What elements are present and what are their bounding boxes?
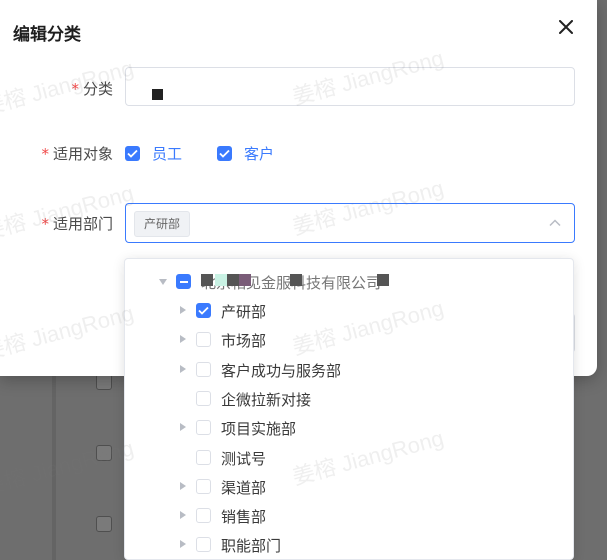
background-row-checkbox (96, 445, 112, 461)
tree-node-checkbox[interactable] (176, 274, 191, 289)
background-row-checkbox (96, 374, 112, 390)
redacted-text (377, 274, 389, 286)
check-icon (127, 149, 138, 158)
customer-checkbox-label[interactable]: 客户 (244, 143, 274, 164)
expand-arrow-icon[interactable] (180, 335, 186, 344)
tree-node-checkbox[interactable] (196, 420, 211, 436)
tree-node-label: 市场部 (221, 332, 267, 351)
tree-node[interactable]: 产研部 (125, 296, 573, 325)
applicable-departments-label: * 适用部门 (41, 215, 113, 233)
expand-arrow-icon[interactable] (180, 306, 186, 314)
category-input[interactable]: ㅤ (125, 67, 575, 106)
redacted-text (215, 274, 227, 286)
tree-node-checkbox[interactable] (196, 303, 211, 318)
tree-node-checkbox[interactable] (196, 390, 211, 406)
tree-node-label: 客户成功与服务部 (221, 361, 342, 380)
selected-department-tag[interactable]: 产研部 (134, 211, 191, 237)
tree-node[interactable]: 销售部 (125, 501, 573, 530)
expand-arrow-icon[interactable] (180, 364, 186, 373)
check-icon (219, 149, 230, 158)
background-row-checkbox (96, 516, 112, 532)
expand-arrow-icon[interactable] (180, 423, 186, 432)
customer-checkbox[interactable] (217, 146, 232, 161)
tree-node[interactable]: 渠道部 (125, 472, 573, 501)
tree-node-label: 企微拉新对接 (221, 390, 312, 409)
tree-node-checkbox[interactable] (196, 449, 211, 465)
tree-node-label: 销售部 (221, 508, 267, 527)
dialog-title: 编辑分类 (13, 25, 81, 45)
tree-node[interactable]: 企微拉新对接 (125, 384, 573, 413)
expand-arrow-icon[interactable] (180, 481, 186, 490)
department-tree-dropdown: 北京相见金服科技有限公司 产研部市场部客户成功与服务部企微拉新对接项目实施部测试… (124, 258, 574, 560)
employee-checkbox-label[interactable]: 员工 (152, 143, 182, 164)
expand-arrow-icon[interactable] (159, 279, 167, 285)
department-select[interactable]: 产研部 (125, 203, 575, 243)
tree-node-checkbox[interactable] (196, 361, 211, 377)
tree-node-label: 职能部门 (221, 537, 282, 556)
tree-node[interactable]: 市场部 (125, 325, 573, 354)
tree-node-checkbox[interactable] (196, 537, 211, 553)
redacted-text (201, 274, 213, 286)
tree-node[interactable]: 客户成功与服务部 (125, 355, 573, 384)
tree-node-root[interactable]: 北京相见金服科技有限公司 (125, 267, 573, 296)
tree-node-checkbox[interactable] (196, 332, 211, 348)
tree-node[interactable]: 测试号 (125, 443, 573, 472)
tree-node-label: 项目实施部 (221, 420, 297, 439)
background-divider (52, 360, 56, 560)
applicable-objects-label: * 适用对象 (41, 145, 113, 163)
redacted-text (239, 274, 251, 286)
tree-node-label: 渠道部 (221, 478, 267, 497)
tree-node-checkbox[interactable] (196, 508, 211, 524)
tree-node-label: 测试号 (221, 449, 267, 468)
check-icon (198, 306, 209, 315)
chevron-up-icon (549, 219, 561, 227)
redacted-text (290, 274, 302, 286)
tree-node-label: 产研部 (221, 303, 267, 321)
tree-node-checkbox[interactable] (196, 478, 211, 494)
close-icon (559, 20, 573, 34)
employee-checkbox[interactable] (125, 146, 140, 161)
expand-arrow-icon[interactable] (180, 511, 186, 520)
category-label: * 分类 (71, 80, 113, 98)
close-button[interactable] (555, 16, 577, 38)
redacted-text (152, 89, 163, 100)
redacted-text (227, 274, 239, 286)
tree-node[interactable]: 项目实施部 (125, 413, 573, 442)
tree-node[interactable]: 职能部门 (125, 530, 573, 559)
expand-arrow-icon[interactable] (180, 540, 186, 549)
